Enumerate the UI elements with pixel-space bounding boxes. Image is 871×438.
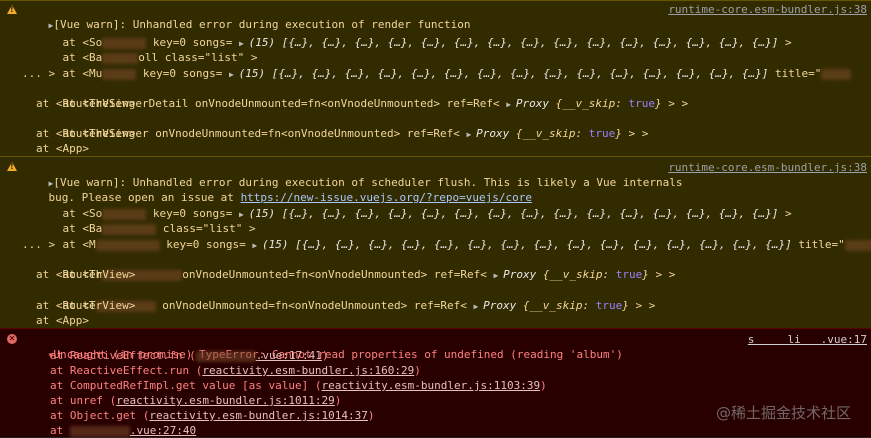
proxy-body: }	[642, 268, 649, 281]
stack-frame: at ReactiveEffect.run (reactivity.esm-bu…	[50, 363, 421, 378]
array-preview[interactable]: (15) [{…}, {…}, {…}, {…}, {…}, {…}, {…},…	[239, 67, 769, 80]
frame-text: at ReactiveEffect.run (	[50, 364, 203, 377]
trace-ellipsis: ... >	[22, 67, 56, 80]
frame-source-link[interactable]: reactivity.esm-bundler.js:160:29	[202, 364, 414, 377]
proxy-label[interactable]: Proxy	[476, 127, 509, 140]
frame-link-text: .vue:27:40	[129, 424, 197, 437]
frame-text: )	[540, 379, 547, 392]
proxy-value: true	[588, 127, 616, 140]
trace-line: at <App>	[36, 142, 89, 155]
stack-frame: at Object.get (reactivity.esm-bundler.js…	[50, 408, 375, 423]
array-preview[interactable]: (15) [{…}, {…}, {…}, {…}, {…}, {…}, {…},…	[262, 238, 792, 251]
frame-text: at unref (	[50, 394, 117, 407]
trace-text: >	[778, 36, 792, 49]
proxy-label[interactable]: Proxy	[516, 97, 549, 110]
frame-source-link[interactable]: reactivity.esm-bundler.js:1103:39	[322, 379, 541, 392]
trace-line: at <RouterView>	[36, 127, 136, 140]
frame-source-link[interactable]: reactivity.esm-bundler.js:1014:37	[149, 409, 368, 422]
trace-text: title="	[791, 238, 845, 251]
frame-text: at ReactiveEffect.fn (	[50, 349, 196, 362]
array-preview[interactable]: (15) [{…}, {…}, {…}, {…}, {…}, {…}, {…},…	[249, 207, 779, 220]
proxy-body: {__v_skip:	[536, 268, 616, 281]
trace-line: at <RouterView>	[36, 97, 136, 110]
proxy-value: true	[595, 299, 623, 312]
expand-triangle-icon[interactable]: ▶	[506, 100, 516, 109]
array-preview[interactable]: (15) [{…}, {…}, {…}, {…}, {…}, {…}, {…},…	[249, 36, 779, 49]
proxy-label[interactable]: Proxy	[503, 268, 536, 281]
trace-line: at <RouterView>	[36, 268, 136, 281]
proxy-value: true	[615, 268, 643, 281]
redacted-text	[844, 239, 871, 251]
frame-text: at	[50, 424, 70, 437]
trace-text: at <M	[62, 238, 96, 251]
expand-triangle-icon[interactable]: ▶	[474, 302, 484, 311]
proxy-body: }	[615, 127, 622, 140]
trace-line: at <RouterView>	[36, 299, 136, 312]
frame-link-text: reactivity.esm-bundler.js:1014:37	[149, 409, 368, 422]
watermark: @稀土掘金技术社区	[715, 404, 851, 422]
proxy-body: }	[622, 299, 629, 312]
warning-1-source-link[interactable]: runtime-core.esm-bundler.js:38	[668, 2, 867, 17]
error-icon: ✕	[7, 334, 17, 344]
frame-source-link[interactable]: reactivity.esm-bundler.js:1011:29	[116, 394, 335, 407]
proxy-body: {__v_skip:	[509, 127, 589, 140]
frame-source-link[interactable]: .vue:27:40	[69, 424, 197, 437]
frame-source-link[interactable]: .vue:17:41	[195, 349, 322, 362]
warning-2-source-link[interactable]: runtime-core.esm-bundler.js:38	[668, 160, 867, 175]
redacted-text	[195, 350, 256, 362]
trace-text: > >	[621, 127, 649, 140]
stack-frame: at unref (reactivity.esm-bundler.js:1011…	[50, 393, 341, 408]
console-warning-1: ▶[Vue warn]: Unhandled error during exec…	[0, 0, 871, 158]
proxy-body: {__v_skip:	[548, 97, 629, 110]
trace-text: >	[778, 207, 792, 220]
trace-text: title="	[768, 67, 822, 80]
frame-text: at Object.get (	[50, 409, 150, 422]
frame-link-text: reactivity.esm-bundler.js:1103:39	[321, 379, 541, 392]
expand-triangle-icon[interactable]: ▶	[252, 241, 262, 250]
trace-text: key=0 songs=	[159, 238, 253, 251]
frame-text: )	[321, 349, 329, 362]
redacted-text	[821, 68, 852, 80]
expand-triangle-icon[interactable]: ▶	[229, 70, 239, 79]
frame-text: at ComputedRefImpl.get value [as value] …	[50, 379, 322, 392]
expand-triangle-icon[interactable]: ▶	[494, 271, 504, 280]
proxy-value: true	[628, 97, 655, 110]
trace-text: onVnodeUnmounted=fn<onVnodeUnmounted> re…	[182, 268, 494, 281]
frame-link-text: .vue:17:41	[255, 349, 322, 362]
stack-frame: at ReactiveEffect.fn ( .vue:17:41)	[50, 348, 329, 363]
warning-icon	[7, 5, 17, 14]
proxy-body: }	[654, 97, 662, 110]
expand-triangle-icon[interactable]: ▶	[466, 130, 476, 139]
redacted-text	[102, 68, 137, 80]
proxy-label[interactable]: Proxy	[483, 299, 516, 312]
console-error: ✕ ▼Uncaught (in promise) TypeError: Cann…	[0, 328, 871, 437]
trace-line: at <App>	[36, 314, 89, 327]
trace-text: > >	[648, 268, 676, 281]
proxy-body: {__v_skip:	[516, 299, 596, 312]
stack-frame: at ComputedRefImpl.get value [as value] …	[50, 378, 547, 393]
redacted-text	[95, 239, 160, 251]
frame-link-text: reactivity.esm-bundler.js:160:29	[202, 364, 415, 377]
trace-text: key=0 songs=	[136, 67, 229, 80]
trace-ellipsis: ... >	[22, 238, 56, 251]
warning-icon	[7, 162, 17, 171]
console-warning-2: ▶[Vue warn]: Unhandled error during exec…	[0, 156, 871, 330]
trace-text: > >	[661, 97, 689, 110]
trace-text: > >	[628, 299, 656, 312]
frame-text: )	[414, 364, 421, 377]
trace-text: at <Mu	[62, 67, 103, 80]
frame-link-text: reactivity.esm-bundler.js:1011:29	[116, 394, 335, 407]
frame-text: )	[334, 394, 342, 407]
error-source-link[interactable]: s li .vue:17	[748, 332, 867, 347]
trace-text: onVnodeUnmounted=fn<onVnodeUnmounted> re…	[155, 299, 474, 312]
frame-text: )	[367, 409, 375, 422]
redacted-text	[69, 425, 130, 437]
